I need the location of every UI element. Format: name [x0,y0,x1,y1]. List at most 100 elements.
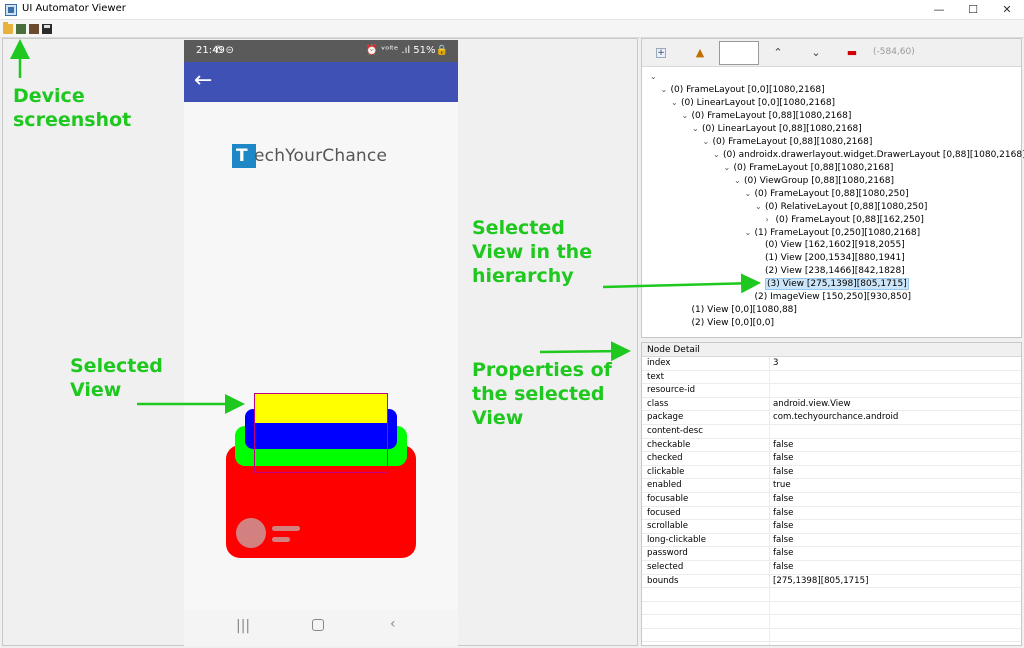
property-key: clickable [647,466,685,477]
property-value: false [773,521,794,532]
property-value: false [773,507,794,518]
window-title: UI Automator Viewer [22,3,126,14]
card-text-line [272,526,300,531]
chevron-down-icon[interactable]: ⌄ [692,122,702,135]
node-detail-pane: Node Detail index 3 text resource-id class an… [641,342,1022,646]
property-row[interactable]: bounds [275,1398][805,1715] [642,575,1021,589]
property-key: package [647,412,684,423]
tree-node[interactable]: ⌄ (0) androidx.drawerlayout.widget.Drawer… [713,148,1024,161]
chevron-down-icon[interactable]: ⌄ [745,187,755,200]
tree-node[interactable]: ⌄ (0) FrameLayout [0,88][1080,2168] [724,161,894,174]
main-toolbar [0,20,1024,38]
tree-node[interactable]: (2) View [238,1466][842,1828] [755,265,905,278]
down-icon[interactable]: ⌄ [808,45,824,61]
property-value: true [773,480,791,491]
property-row[interactable]: scrollable false [642,520,1021,534]
tree-node[interactable]: ⌄ (0) FrameLayout [0,0][1080,2168] [661,83,825,96]
property-row[interactable]: focused false [642,507,1021,521]
property-key: focusable [647,493,689,504]
tree-node-label: (0) FrameLayout [0,88][162,250] [775,215,924,225]
chevron-down-icon[interactable]: ⌄ [724,161,734,174]
tree-node[interactable]: › (0) FrameLayout [0,88][162,250] [766,213,924,226]
tree-node[interactable]: ⌄ (1) FrameLayout [0,250][1080,2168] [745,226,921,239]
property-row[interactable]: clickable false [642,466,1021,480]
tree-node[interactable]: (2) View [0,0][0,0] [682,317,775,330]
tree-node[interactable]: ⌄ (0) LinearLayout [0,0][1080,2168] [671,96,835,109]
close-button[interactable]: ✕ [990,0,1024,20]
tree-node-label: (3) View [275,1398][805,1715] [765,278,909,290]
tree-node[interactable]: ⌄ [650,70,660,83]
tree-node[interactable]: ⌄ (0) FrameLayout [0,88][1080,2168] [682,109,852,122]
property-value: 3 [773,358,779,368]
chevron-down-icon[interactable]: ⌄ [661,83,671,96]
property-row[interactable]: index 3 [642,357,1021,371]
property-row[interactable] [642,629,1021,643]
tree-node[interactable]: ⌄ (0) FrameLayout [0,88][1080,2168] [703,135,873,148]
tree-node[interactable]: (1) View [0,0][1080,88] [682,304,797,317]
property-row[interactable]: checked false [642,452,1021,466]
property-key: class [647,398,669,409]
device-screenshot-icon[interactable] [16,24,26,34]
save-icon[interactable] [42,24,52,34]
warning-icon[interactable]: ▲ [692,45,708,61]
chevron-right-icon[interactable]: › [766,213,776,226]
nav-back-icon[interactable]: ‹ [390,616,396,632]
property-row[interactable]: focusable false [642,493,1021,507]
tree-node[interactable]: (0) View [162,1602][918,2055] [755,239,905,252]
property-row[interactable]: selected false [642,561,1021,575]
chevron-down-icon[interactable]: ⌄ [671,96,681,109]
property-row[interactable]: package com.techyourchance.android [642,411,1021,425]
chevron-down-icon[interactable]: ⌄ [682,109,692,122]
property-key: index [647,358,671,368]
device-screenshot[interactable]: 21:49 ✆ ⊝ ⏰ ᵛᵒˡᵗᵉ .ıl 51%🔒 ← T echYourCh… [184,40,458,646]
annotation-selected-hierarchy: Selected View in the hierarchy [472,217,593,287]
remove-icon[interactable]: ▬ [844,45,860,61]
property-value: com.techyourchance.android [773,412,899,423]
chevron-down-icon[interactable]: ⌄ [755,200,765,213]
chevron-down-icon[interactable]: ⌄ [703,135,713,148]
property-row[interactable]: long-clickable false [642,534,1021,548]
property-row[interactable] [642,588,1021,602]
tree-node[interactable]: ⌄ (0) FrameLayout [0,88][1080,250] [745,187,909,200]
minimize-button[interactable]: — [922,0,956,20]
tree-node[interactable]: ⌄ (0) LinearLayout [0,88][1080,2168] [692,122,862,135]
property-row[interactable] [642,602,1021,616]
annotation-properties: Properties of the selected View [472,359,612,429]
device-screenshot-compressed-icon[interactable] [29,24,39,34]
tree-node[interactable]: ⌄ (0) RelativeLayout [0,88][1080,250] [755,200,927,213]
up-icon[interactable]: ⌃ [770,45,786,61]
tree-node[interactable]: (1) View [200,1534][880,1941] [755,252,905,265]
property-row[interactable]: content-desc [642,425,1021,439]
card-text-line [272,537,290,542]
property-value: [275,1398][805,1715] [773,575,869,586]
tree-node[interactable]: ⌄ (0) ViewGroup [0,88][1080,2168] [734,174,894,187]
chevron-down-icon[interactable]: ⌄ [734,174,744,187]
folder-open-icon[interactable] [3,22,13,34]
chevron-down-icon[interactable]: ⌄ [713,148,723,161]
maximize-button[interactable]: ☐ [956,0,990,20]
chevron-down-icon[interactable]: ⌄ [650,70,660,83]
expand-all-icon[interactable]: + [656,48,666,58]
annotation-device-screenshot: Device screenshot [13,85,132,131]
property-value: android.view.View [773,398,851,409]
toggle-nafs-box[interactable] [719,41,759,65]
property-row[interactable]: resource-id [642,384,1021,398]
tree-node[interactable]: (2) ImageView [150,250][930,850] [745,291,912,304]
property-key: selected [647,561,684,572]
chevron-down-icon[interactable]: ⌄ [745,226,755,239]
property-row[interactable] [642,615,1021,629]
tree-node-label: (1) View [200,1534][880,1941] [765,253,905,263]
recents-icon[interactable]: ||| [236,618,250,634]
tree-node-label: (1) View [0,0][1080,88] [691,305,797,315]
annotation-selected-view: Selected View [70,355,163,401]
property-row[interactable]: checkable false [642,439,1021,453]
hierarchy-tree[interactable]: ⌄ ⌄ (0) FrameLayout [0,0][1080,2168] ⌄ (0) L… [642,69,1024,335]
property-row[interactable]: class android.view.View [642,398,1021,412]
home-icon[interactable] [312,619,324,631]
property-row[interactable]: password false [642,547,1021,561]
tree-node-selected[interactable]: (3) View [275,1398][805,1715] [755,278,909,291]
property-row[interactable]: text [642,371,1021,385]
property-row[interactable]: enabled true [642,479,1021,493]
tree-node-label: (0) androidx.drawerlayout.widget.DrawerL… [723,150,1024,160]
tree-node-label: (0) FrameLayout [0,88][1080,2168] [712,137,873,147]
